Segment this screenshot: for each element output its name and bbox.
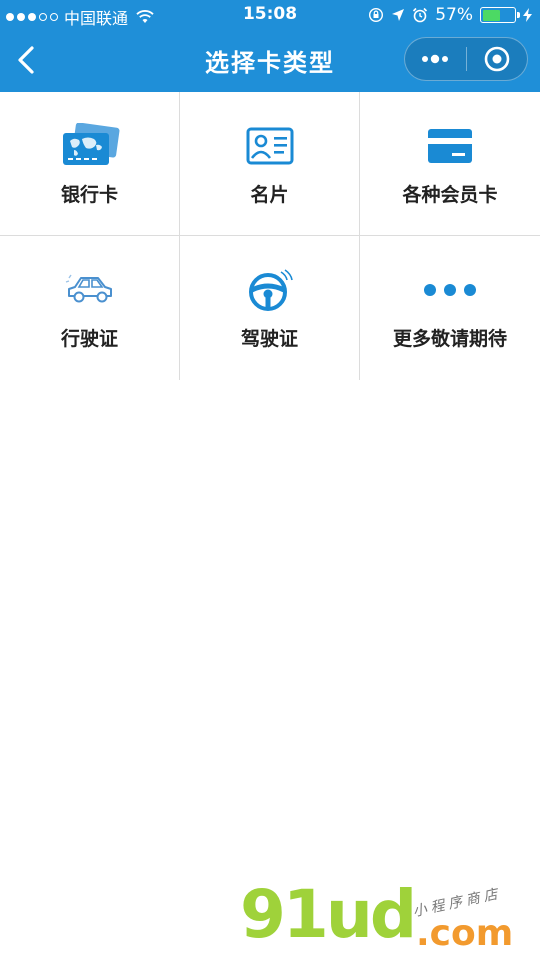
charging-bolt-icon xyxy=(523,8,532,22)
card-type-vehicle-license[interactable]: 行驶证 xyxy=(0,236,180,380)
mini-program-capsule xyxy=(404,37,528,81)
nav-bar: 选择卡类型 xyxy=(0,30,540,92)
watermark-logo: 91ud 小程序商店 .com xyxy=(240,880,540,960)
card-type-label: 驾驶证 xyxy=(240,328,298,350)
card-type-label: 各种会员卡 xyxy=(402,184,498,206)
more-menu-button[interactable] xyxy=(405,38,466,80)
status-right: 57% xyxy=(368,5,532,25)
card-type-label: 行驶证 xyxy=(60,328,118,350)
battery-icon xyxy=(480,7,520,23)
steering-wheel-icon xyxy=(248,269,293,311)
business-card-icon xyxy=(246,127,293,165)
watermark-brand: 91ud xyxy=(240,876,417,953)
rotation-lock-icon xyxy=(369,7,384,23)
card-type-membership-card[interactable]: 各种会员卡 xyxy=(360,92,540,236)
card-type-bank-card[interactable]: 银行卡 xyxy=(0,92,180,236)
card-type-grid: 银行卡 名片 各种会员卡 行驶证 驾驶证 更多敬请期待 xyxy=(0,92,540,380)
watermark-domain: .com xyxy=(416,913,514,954)
bank-card-icon xyxy=(62,123,119,165)
card-type-business-card[interactable]: 名片 xyxy=(180,92,360,236)
membership-card-icon xyxy=(428,129,472,163)
card-type-label: 名片 xyxy=(250,184,289,206)
battery-percent: 57% xyxy=(435,5,473,25)
card-type-driver-license[interactable]: 驾驶证 xyxy=(180,236,360,380)
close-program-button[interactable] xyxy=(467,38,528,80)
card-type-label: 银行卡 xyxy=(60,184,118,206)
more-dots-icon xyxy=(422,54,449,64)
status-bar: 中国联通 15:08 57% xyxy=(0,0,540,30)
target-circle-icon xyxy=(484,46,510,72)
car-icon xyxy=(65,274,112,303)
alarm-icon xyxy=(413,7,428,23)
ellipsis-icon xyxy=(424,284,476,296)
card-type-more[interactable]: 更多敬请期待 xyxy=(360,236,540,380)
location-arrow-icon xyxy=(392,9,405,21)
card-type-label: 更多敬请期待 xyxy=(392,328,507,350)
